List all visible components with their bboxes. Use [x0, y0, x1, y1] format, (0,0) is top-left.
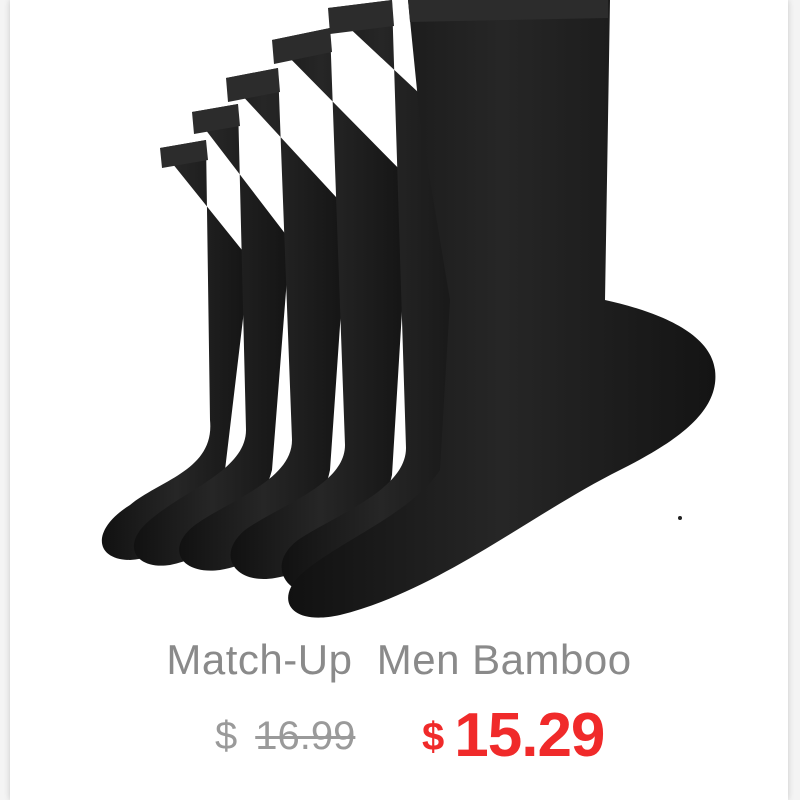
dust-speck [678, 516, 682, 520]
sale-price: $15.29 [422, 700, 605, 771]
product-card[interactable]: Match-Up Men Bamboo $16.99 $15.29 [10, 0, 788, 800]
old-price-currency: $ [215, 714, 238, 758]
price-row: $16.99 $15.29 [10, 700, 788, 780]
sale-price-amount: 15.29 [454, 701, 605, 770]
sale-price-currency: $ [422, 715, 445, 759]
black-socks-image[interactable] [10, 0, 788, 630]
product-title[interactable]: Match-Up Men Bamboo [10, 636, 788, 684]
old-price: $16.99 [215, 714, 355, 759]
old-price-amount: 16.99 [255, 714, 356, 758]
